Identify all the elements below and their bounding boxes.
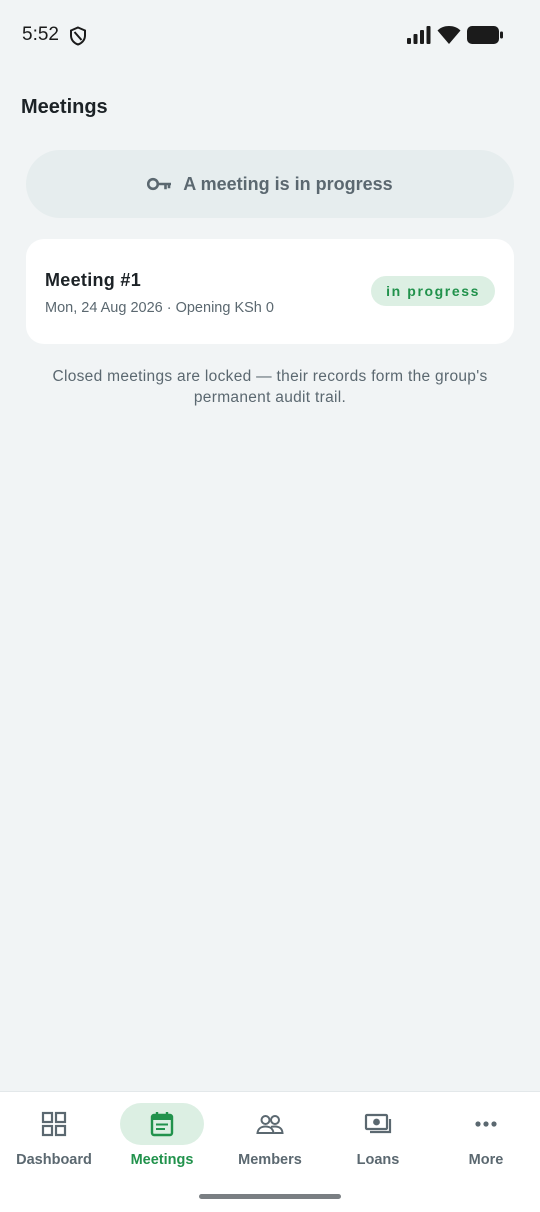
nav-label-members: Members — [238, 1152, 302, 1168]
banner-text: A meeting is in progress — [183, 173, 393, 194]
nav-item-dashboard[interactable]: Dashboard — [0, 1102, 108, 1176]
home-indicator[interactable] — [199, 1194, 341, 1199]
meetings-screen: 5:52 Meetings A meeting is in progress M… — [0, 0, 540, 1212]
nav-item-more[interactable]: More — [432, 1102, 540, 1176]
audit-trail-note: Closed meetings are locked — their recor… — [52, 368, 488, 406]
nav-item-loans[interactable]: Loans — [324, 1102, 432, 1176]
nav-label-loans: Loans — [356, 1152, 400, 1168]
status-badge: in progress — [371, 276, 495, 306]
key-icon — [147, 177, 172, 191]
nav-label-more: More — [468, 1152, 504, 1168]
status-bar: 5:52 — [0, 0, 540, 70]
meeting-title: Meeting #1 — [45, 270, 142, 290]
calendar-icon — [150, 1112, 174, 1137]
nav-label-meetings: Meetings — [130, 1152, 194, 1168]
nav-item-members[interactable]: Members — [216, 1102, 324, 1176]
nav-item-meetings[interactable]: Meetings — [108, 1102, 216, 1176]
meeting-in-progress-banner[interactable]: A meeting is in progress — [26, 150, 514, 218]
shield-icon — [70, 26, 86, 46]
members-icon — [256, 1115, 284, 1134]
more-dots-icon — [475, 1121, 497, 1127]
nav-label-dashboard: Dashboard — [16, 1152, 92, 1168]
dashboard-grid-icon — [41, 1111, 67, 1137]
meeting-subtitle: Mon, 24 Aug 2026 · Opening KSh 0 — [45, 300, 274, 316]
page-title: Meetings — [21, 96, 108, 118]
cash-icon — [364, 1113, 392, 1134]
status-time: 5:52 — [22, 24, 59, 45]
battery-icon — [467, 26, 503, 44]
signal-icon — [407, 26, 431, 44]
wifi-icon — [437, 26, 461, 44]
meeting-card[interactable]: Meeting #1 Mon, 24 Aug 2026 · Opening KS… — [26, 239, 514, 344]
